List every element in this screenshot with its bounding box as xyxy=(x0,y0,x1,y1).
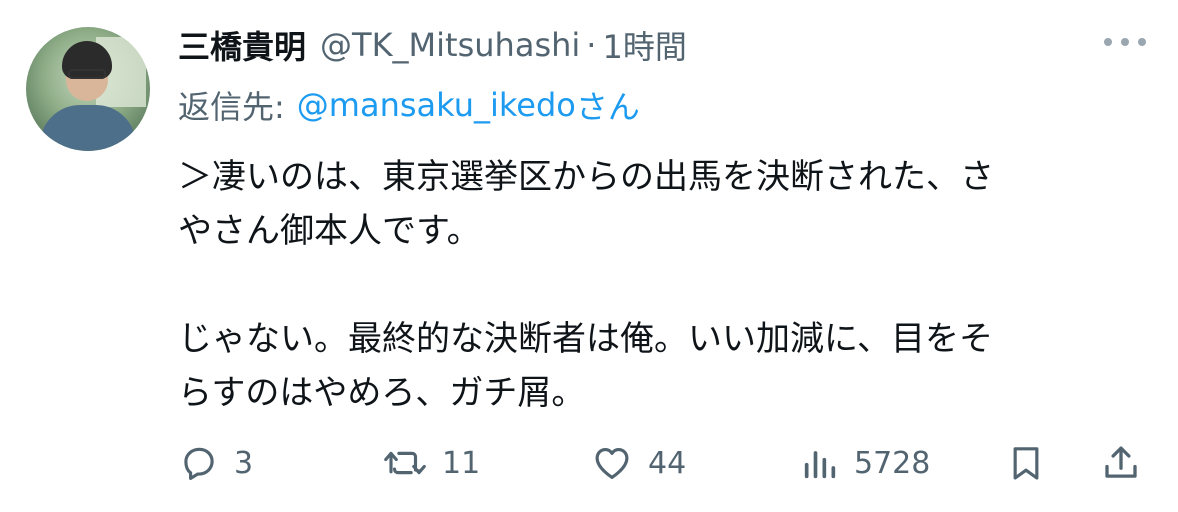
action-bar: 3 11 44 5728 xyxy=(0,436,1178,490)
views-button[interactable]: 5728 xyxy=(800,436,930,490)
tweet-text-line: ＞凄いのは、東京選挙区からの出馬を決断された、さ xyxy=(178,157,994,197)
share-icon xyxy=(1105,446,1137,478)
reply-count: 3 xyxy=(234,445,254,481)
retweet-icon xyxy=(384,451,426,475)
tweet-text-line: らすのはやめろ、ガチ屑。 xyxy=(178,373,586,413)
tweet[interactable]: 三橋貴明 @TK_Mitsuhashi · 1時間 返信先: @mansaku_… xyxy=(0,0,1178,512)
heart-icon xyxy=(595,447,629,479)
tweet-text: ＞凄いのは、東京選挙区からの出馬を決断された、さ やさん御本人です。 じゃない。… xyxy=(178,150,1138,420)
like-count: 44 xyxy=(648,445,687,481)
views-chart-icon xyxy=(804,451,836,479)
avatar-glasses xyxy=(68,69,106,79)
reply-button[interactable]: 3 xyxy=(178,436,253,490)
user-handle[interactable]: @TK_Mitsuhashi xyxy=(320,26,580,64)
reply-icon xyxy=(184,447,214,480)
replying-to: 返信先: @mansaku_ikedo さん xyxy=(178,82,640,128)
timestamp[interactable]: 1時間 xyxy=(602,22,686,68)
share-button[interactable] xyxy=(1100,436,1142,490)
replying-to-label: 返信先: xyxy=(178,88,285,126)
views-count: 5728 xyxy=(854,445,931,481)
replying-to-suffix: さん xyxy=(575,88,640,126)
more-horizontal-icon[interactable] xyxy=(1104,38,1146,46)
tweet-text-line: じゃない。最終的な決断者は俺。いい加減に、目をそ xyxy=(178,319,993,359)
more-dot xyxy=(1138,38,1146,46)
avatar[interactable] xyxy=(26,27,150,151)
retweet-button[interactable]: 11 xyxy=(382,436,480,490)
bookmark-icon xyxy=(1013,447,1039,480)
bookmark-button[interactable] xyxy=(1006,436,1046,490)
more-dot xyxy=(1104,38,1112,46)
more-dot xyxy=(1121,38,1129,46)
replying-to-user-link[interactable]: @mansaku_ikedo xyxy=(297,86,576,124)
tweet-text-line: やさん御本人です。 xyxy=(178,211,481,251)
avatar-shirt xyxy=(40,105,136,151)
tweet-header: 三橋貴明 @TK_Mitsuhashi · 1時間 xyxy=(178,22,687,68)
like-button[interactable]: 44 xyxy=(590,436,686,490)
separator-dot: · xyxy=(586,26,597,64)
retweet-count: 11 xyxy=(442,445,481,481)
display-name[interactable]: 三橋貴明 xyxy=(178,22,306,68)
